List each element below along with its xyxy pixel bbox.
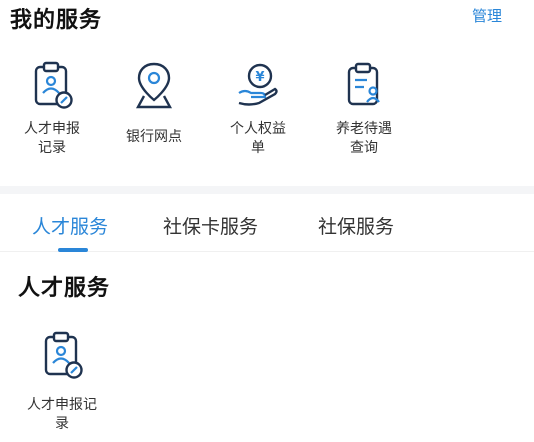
service-label: 人才申报记 录 — [27, 397, 97, 432]
talent-services-grid: 人才申报记 录 — [0, 330, 534, 442]
clipboard-list-person-icon — [347, 62, 380, 106]
tab-talent-services[interactable]: 人才服务 — [32, 212, 108, 239]
service-label: 银行网点 — [126, 129, 182, 145]
service-pension-inquiry[interactable]: 养老待遇 查询 — [316, 60, 412, 158]
service-label: 人才申报 记录 — [24, 121, 80, 156]
hand-yuan-coin-icon: ¥ — [238, 63, 278, 106]
page-title: 我的服务 — [10, 8, 103, 33]
clipboard-person-icon — [34, 61, 73, 109]
active-tab-indicator — [58, 248, 88, 252]
my-services-grid: 人才申报 记录 银行网点 ¥ 个人权益 单 养老待遇 查询 — [0, 60, 534, 180]
service-label: 个人权益 单 — [230, 121, 286, 156]
clipboard-person-icon — [44, 331, 83, 379]
tab-social-security-services[interactable]: 社保服务 — [318, 212, 394, 239]
tab-social-security-card-services[interactable]: 社保卡服务 — [163, 212, 258, 239]
service-label: 养老待遇 查询 — [336, 121, 392, 156]
location-pin-icon — [135, 62, 173, 109]
service-tabs: 人才服务 社保卡服务 社保服务 — [0, 200, 534, 252]
section-title: 人才服务 — [18, 276, 111, 301]
header: 我的服务 管理 — [0, 0, 534, 36]
service-personal-rights-statement[interactable]: ¥ 个人权益 单 — [210, 60, 306, 158]
section-divider — [0, 186, 534, 194]
service-bank-outlets[interactable]: 银行网点 — [106, 60, 202, 147]
service-talent-declaration-record[interactable]: 人才申报 记录 — [4, 60, 100, 158]
svg-text:¥: ¥ — [255, 70, 264, 85]
service-talent-declaration-record-2[interactable]: 人才申报记 录 — [12, 330, 112, 434]
manage-button[interactable]: 管理 — [472, 5, 502, 26]
